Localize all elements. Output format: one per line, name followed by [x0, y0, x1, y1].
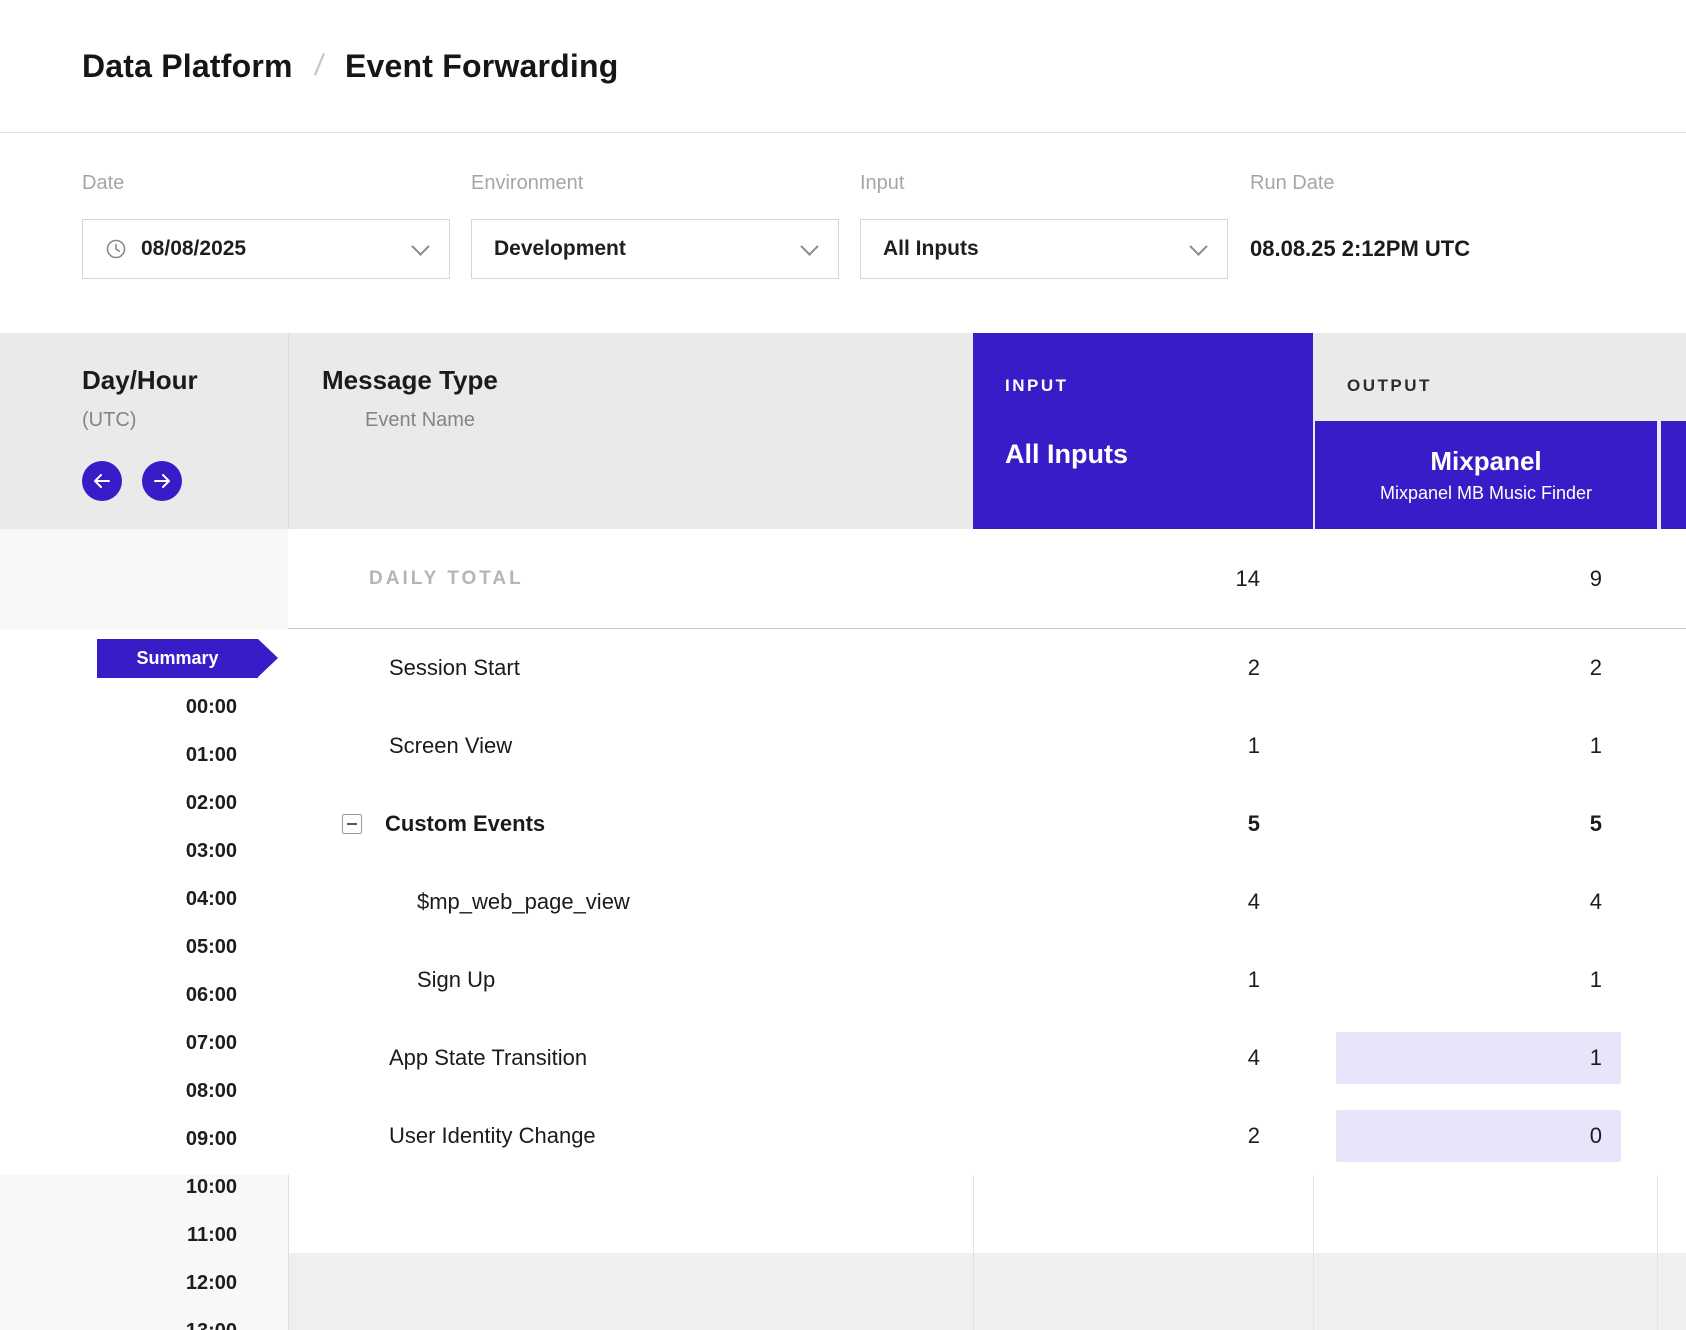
input-count: 4 — [973, 1019, 1313, 1097]
hour-item[interactable]: 08:00 — [0, 1067, 237, 1115]
arrow-left-icon — [93, 474, 111, 488]
table-row: Screen View 1 1 — [0, 707, 1686, 785]
input-count: 2 — [973, 629, 1313, 707]
input-count: 1 — [973, 707, 1313, 785]
table-row: Sign Up 1 1 — [0, 941, 1686, 1019]
date-dropdown[interactable]: 08/08/2025 — [82, 219, 450, 279]
previous-day-button[interactable] — [82, 461, 122, 501]
table-row: User Identity Change 2 0 — [0, 1097, 1686, 1175]
daily-total-row: DAILY TOTAL 14 9 — [288, 529, 1686, 629]
event-name: Custom Events — [385, 811, 545, 837]
input-label: Input — [860, 172, 904, 195]
event-rows: Session Start 2 2 Screen View 1 1 Custom… — [0, 629, 1686, 1175]
hours-list: 00:00 01:00 02:00 03:00 04:00 05:00 06:0… — [0, 683, 237, 1330]
hour-item[interactable]: 07:00 — [0, 1019, 237, 1067]
event-name: Screen View — [389, 733, 512, 759]
hour-item[interactable]: 03:00 — [0, 827, 237, 875]
output-mixpanel-header[interactable]: Mixpanel Mixpanel MB Music Finder — [1315, 421, 1657, 529]
date-value: 08/08/2025 — [141, 237, 246, 261]
input-count: 2 — [973, 1097, 1313, 1175]
daily-total-label: DAILY TOTAL — [369, 568, 524, 590]
highlighted-output-count[interactable]: 1 — [1336, 1032, 1621, 1084]
input-count: 1 — [973, 941, 1313, 1019]
chevron-down-icon — [1189, 237, 1207, 255]
breadcrumb: Data Platform / Event Forwarding — [0, 0, 1686, 133]
clock-icon — [105, 238, 127, 260]
breadcrumb-section[interactable]: Data Platform — [82, 48, 293, 85]
event-name: Sign Up — [417, 967, 495, 993]
input-count: 4 — [973, 863, 1313, 941]
event-name: User Identity Change — [389, 1123, 596, 1149]
next-output-column-partial — [1661, 421, 1686, 529]
day-hour-title: Day/Hour — [82, 365, 198, 396]
output-eyebrow: OUTPUT — [1347, 376, 1432, 396]
message-type-title: Message Type — [322, 365, 498, 396]
table-row: $mp_web_page_view 4 4 — [0, 863, 1686, 941]
arrow-right-icon — [153, 474, 171, 488]
date-label: Date — [82, 172, 124, 195]
next-day-button[interactable] — [142, 461, 182, 501]
page-title: Event Forwarding — [345, 48, 618, 85]
hour-item[interactable]: 05:00 — [0, 923, 237, 971]
table-row: App State Transition 4 1 — [0, 1019, 1686, 1097]
input-value: All Inputs — [883, 237, 979, 261]
input-column-header: INPUT All Inputs — [973, 333, 1313, 529]
hour-item[interactable]: 12:00 — [0, 1259, 237, 1307]
environment-dropdown[interactable]: Development — [471, 219, 839, 279]
daily-total-output-count: 9 — [1315, 529, 1657, 628]
input-eyebrow: INPUT — [1005, 376, 1069, 396]
hour-item[interactable]: 02:00 — [0, 779, 237, 827]
hour-item[interactable]: 11:00 — [0, 1211, 237, 1259]
run-date-label: Run Date — [1250, 172, 1335, 195]
environment-value: Development — [494, 237, 626, 261]
summary-tab[interactable]: Summary — [97, 639, 258, 678]
output-column-subtitle: Mixpanel MB Music Finder — [1380, 483, 1592, 504]
hour-item[interactable]: 06:00 — [0, 971, 237, 1019]
day-navigation — [82, 461, 182, 501]
hour-item[interactable]: 13:00 — [0, 1307, 237, 1330]
output-column-title: Mixpanel — [1430, 446, 1541, 477]
input-column-title: All Inputs — [1005, 439, 1128, 470]
filter-bar: Date Environment Input Run Date 08/08/20… — [0, 134, 1686, 333]
grid-header: Day/Hour (UTC) Message Type Event Name I… — [0, 333, 1686, 529]
hour-item[interactable]: 04:00 — [0, 875, 237, 923]
environment-label: Environment — [471, 172, 583, 195]
event-name: App State Transition — [389, 1045, 587, 1071]
hour-item[interactable]: 01:00 — [0, 731, 237, 779]
hour-item[interactable]: 10:00 — [0, 1163, 237, 1211]
highlighted-output-count[interactable]: 0 — [1336, 1110, 1621, 1162]
chevron-down-icon — [411, 237, 429, 255]
daily-total-input-count: 14 — [973, 529, 1313, 628]
run-date-value: 08.08.25 2:12PM UTC — [1250, 219, 1470, 279]
event-name: $mp_web_page_view — [417, 889, 630, 915]
output-cell: 1 — [1315, 1019, 1657, 1097]
breadcrumb-separator: / — [312, 49, 325, 83]
output-count: 1 — [1315, 707, 1657, 785]
table-row: Custom Events 5 5 — [0, 785, 1686, 863]
output-count: 2 — [1315, 629, 1657, 707]
event-name-subtitle: Event Name — [365, 409, 475, 432]
input-count: 5 — [973, 785, 1313, 863]
output-count: 5 — [1315, 785, 1657, 863]
day-hour-subtitle: (UTC) — [82, 409, 136, 432]
hour-item[interactable]: 09:00 — [0, 1115, 237, 1163]
grid-footer-area — [288, 1253, 1686, 1330]
output-count: 4 — [1315, 863, 1657, 941]
chevron-down-icon — [800, 237, 818, 255]
hour-item[interactable]: 00:00 — [0, 683, 237, 731]
event-name: Session Start — [389, 655, 520, 681]
input-dropdown[interactable]: All Inputs — [860, 219, 1228, 279]
event-forwarding-page: Data Platform / Event Forwarding Date En… — [0, 0, 1686, 1330]
collapse-icon[interactable] — [342, 814, 362, 834]
output-cell: 0 — [1315, 1097, 1657, 1175]
output-count: 1 — [1315, 941, 1657, 1019]
